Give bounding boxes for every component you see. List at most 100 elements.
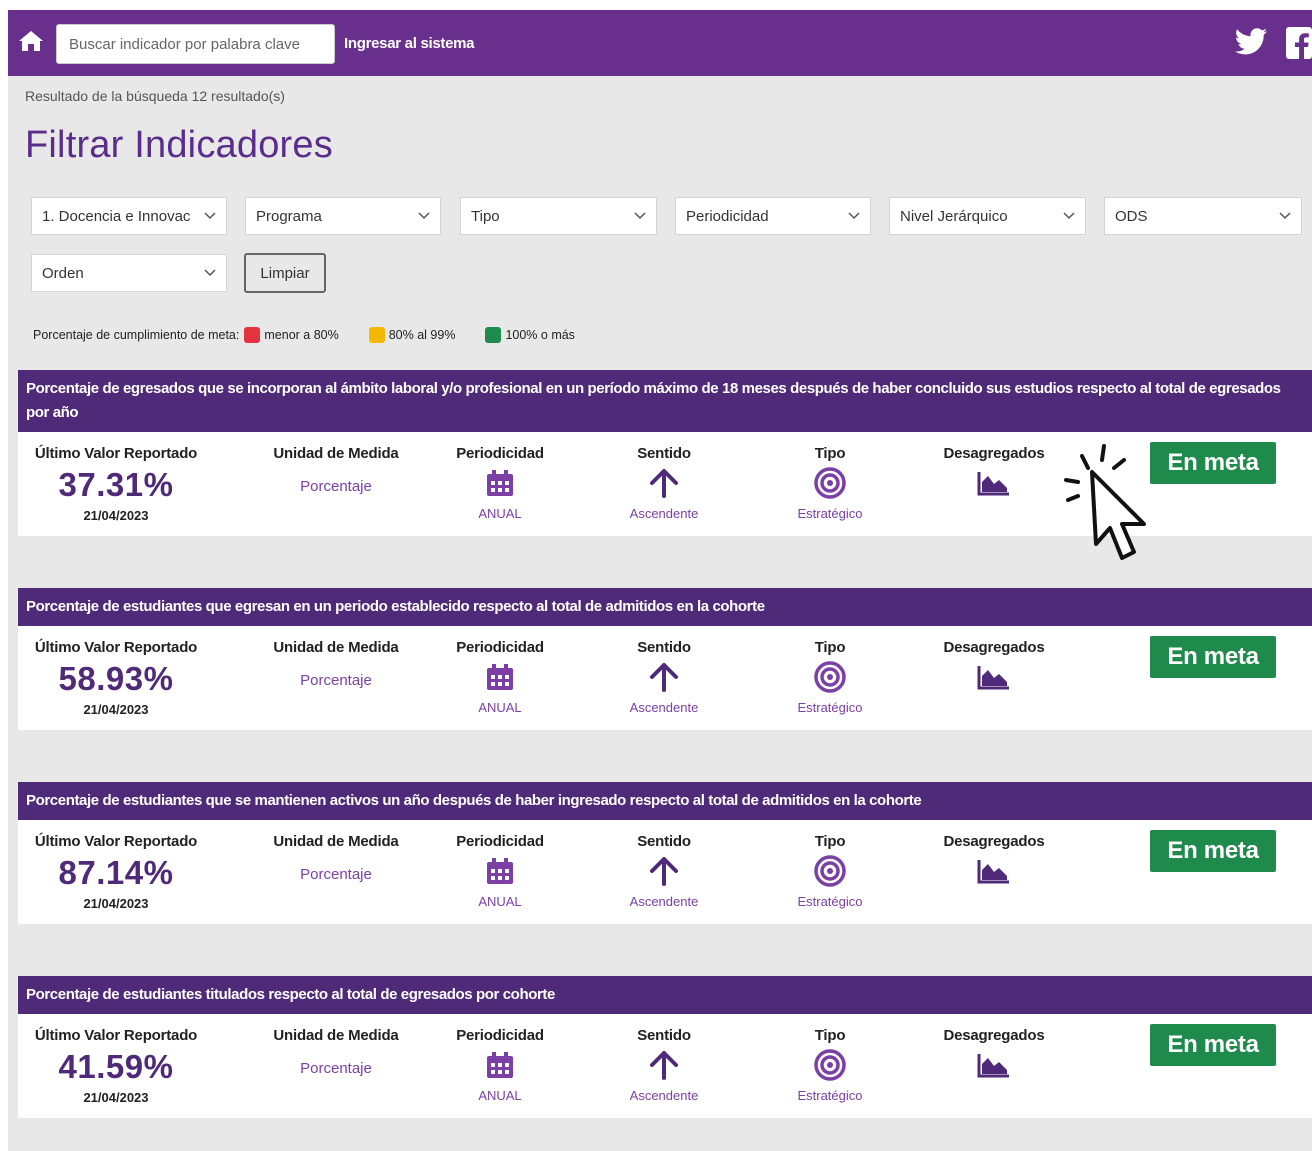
area-chart-icon[interactable] xyxy=(924,470,1064,496)
filter-hierarchy-label: Nivel Jerárquico xyxy=(900,207,1008,225)
filter-category-select[interactable]: 1. Docencia e Innovac xyxy=(31,197,227,235)
last-value-label: Último Valor Reportado xyxy=(34,833,198,850)
page-title: Filtrar Indicadores xyxy=(25,124,333,166)
unit-column: Unidad de Medida Porcentaje xyxy=(258,626,414,730)
indicator-details: Último Valor Reportado 37.31% 21/04/2023 Un… xyxy=(18,432,1312,536)
unit-value: Porcentaje xyxy=(300,672,372,689)
page: Ingresar al sistema Resultado de la búsq… xyxy=(8,10,1312,1151)
last-value-label: Último Valor Reportado xyxy=(34,639,198,656)
filter-periodicity-label: Periodicidad xyxy=(686,207,769,225)
indicator-card: Porcentaje de estudiantes que egresan en… xyxy=(18,588,1312,730)
filter-periodicity-select[interactable]: Periodicidad xyxy=(675,197,871,235)
status-badge[interactable]: En meta xyxy=(1150,830,1276,872)
type-value: Estratégico xyxy=(797,894,863,909)
indicator-title[interactable]: Porcentaje de estudiantes que egresan en… xyxy=(18,588,1312,626)
periodicity-column: Periodicidad ANUAL xyxy=(430,820,570,924)
direction-column: Sentido Ascendente xyxy=(594,626,734,730)
report-date: 21/04/2023 xyxy=(83,508,149,523)
filter-hierarchy-select[interactable]: Nivel Jerárquico xyxy=(889,197,1086,235)
direction-label: Sentido xyxy=(637,1027,691,1044)
home-icon[interactable] xyxy=(18,30,44,52)
indicator-title[interactable]: Porcentaje de egresados que se incorpora… xyxy=(18,370,1312,432)
disaggregated-label: Desagregados xyxy=(943,1027,1045,1044)
disaggregated-label: Desagregados xyxy=(943,639,1045,656)
periodicity-value: ANUAL xyxy=(478,894,522,909)
search-input[interactable] xyxy=(56,24,335,64)
indicator-details: Último Valor Reportado 87.14% 21/04/2023 Un… xyxy=(18,820,1312,924)
direction-column: Sentido Ascendente xyxy=(594,1014,734,1118)
indicator-card: Porcentaje de estudiantes titulados resp… xyxy=(18,976,1312,1118)
disaggregated-column: Desagregados xyxy=(924,1014,1064,1118)
indicator-card: Porcentaje de egresados que se incorpora… xyxy=(18,370,1312,536)
indicator-details: Último Valor Reportado 41.59% 21/04/2023 Un… xyxy=(18,1014,1312,1118)
filter-order-select[interactable]: Orden xyxy=(31,254,227,292)
filter-program-select[interactable]: Programa xyxy=(245,197,441,235)
report-date: 21/04/2023 xyxy=(83,896,149,911)
type-label: Tipo xyxy=(814,1027,846,1044)
compliance-legend: Porcentaje de cumplimiento de meta: meno… xyxy=(33,327,575,343)
periodicity-value: ANUAL xyxy=(478,506,522,521)
chevron-down-icon xyxy=(634,212,646,220)
status-badge[interactable]: En meta xyxy=(1150,1024,1276,1066)
unit-column: Unidad de Medida Porcentaje xyxy=(258,432,414,536)
legend-swatch-green xyxy=(485,327,502,343)
legend-swatch-yellow xyxy=(368,327,385,343)
indicator-title[interactable]: Porcentaje de estudiantes titulados resp… xyxy=(18,976,1312,1014)
target-icon xyxy=(760,660,900,694)
direction-value: Ascendente xyxy=(629,506,699,521)
chevron-down-icon xyxy=(204,269,216,277)
periodicity-value: ANUAL xyxy=(478,700,522,715)
periodicity-label: Periodicidad xyxy=(456,1027,544,1044)
last-value: 87.14% xyxy=(58,854,174,891)
type-value: Estratégico xyxy=(797,506,863,521)
clear-filters-button[interactable]: Limpiar xyxy=(244,253,326,293)
direction-value: Ascendente xyxy=(629,894,699,909)
direction-column: Sentido Ascendente xyxy=(594,820,734,924)
login-link[interactable]: Ingresar al sistema xyxy=(344,35,475,52)
unit-label: Unidad de Medida xyxy=(273,1027,399,1044)
unit-column: Unidad de Medida Porcentaje xyxy=(258,1014,414,1118)
area-chart-icon[interactable] xyxy=(924,858,1064,884)
facebook-icon[interactable] xyxy=(1286,27,1312,59)
arrow-up-icon xyxy=(594,468,734,498)
area-chart-icon[interactable] xyxy=(924,1052,1064,1078)
periodicity-label: Periodicidad xyxy=(456,833,544,850)
last-value-column: Último Valor Reportado 41.59% 21/04/2023 xyxy=(18,1014,214,1118)
unit-column: Unidad de Medida Porcentaje xyxy=(258,820,414,924)
direction-value: Ascendente xyxy=(629,700,699,715)
twitter-icon[interactable] xyxy=(1234,28,1268,56)
disaggregated-label: Desagregados xyxy=(943,833,1045,850)
periodicity-value: ANUAL xyxy=(478,1088,522,1103)
last-value-column: Último Valor Reportado 58.93% 21/04/2023 xyxy=(18,626,214,730)
target-icon xyxy=(760,854,900,888)
disaggregated-column: Desagregados xyxy=(924,432,1064,536)
filter-type-select[interactable]: Tipo xyxy=(460,197,657,235)
type-value: Estratégico xyxy=(797,1088,863,1103)
status-badge[interactable]: En meta xyxy=(1150,442,1276,484)
arrow-up-icon xyxy=(594,662,734,692)
filter-type-label: Tipo xyxy=(471,207,500,225)
unit-value: Porcentaje xyxy=(300,1060,372,1077)
calendar-icon xyxy=(430,1050,570,1080)
type-column: Tipo Estratégico xyxy=(760,1014,900,1118)
arrow-up-icon xyxy=(594,1050,734,1080)
periodicity-label: Periodicidad xyxy=(456,445,544,462)
indicator-title[interactable]: Porcentaje de estudiantes que se mantien… xyxy=(18,782,1312,820)
filter-ods-select[interactable]: ODS xyxy=(1104,197,1302,235)
type-label: Tipo xyxy=(814,833,846,850)
last-value-label: Último Valor Reportado xyxy=(34,445,198,462)
filter-order-label: Orden xyxy=(42,264,84,282)
status-badge[interactable]: En meta xyxy=(1150,636,1276,678)
legend-swatch-red xyxy=(244,327,261,343)
area-chart-icon[interactable] xyxy=(924,664,1064,690)
last-value: 37.31% xyxy=(58,466,174,503)
unit-value: Porcentaje xyxy=(300,866,372,883)
direction-column: Sentido Ascendente xyxy=(594,432,734,536)
legend-title: Porcentaje de cumplimiento de meta: xyxy=(33,328,240,342)
direction-label: Sentido xyxy=(637,639,691,656)
filter-ods-label: ODS xyxy=(1115,207,1148,225)
disaggregated-label: Desagregados xyxy=(943,445,1045,462)
arrow-up-icon xyxy=(594,856,734,886)
type-label: Tipo xyxy=(814,639,846,656)
disaggregated-column: Desagregados xyxy=(924,626,1064,730)
